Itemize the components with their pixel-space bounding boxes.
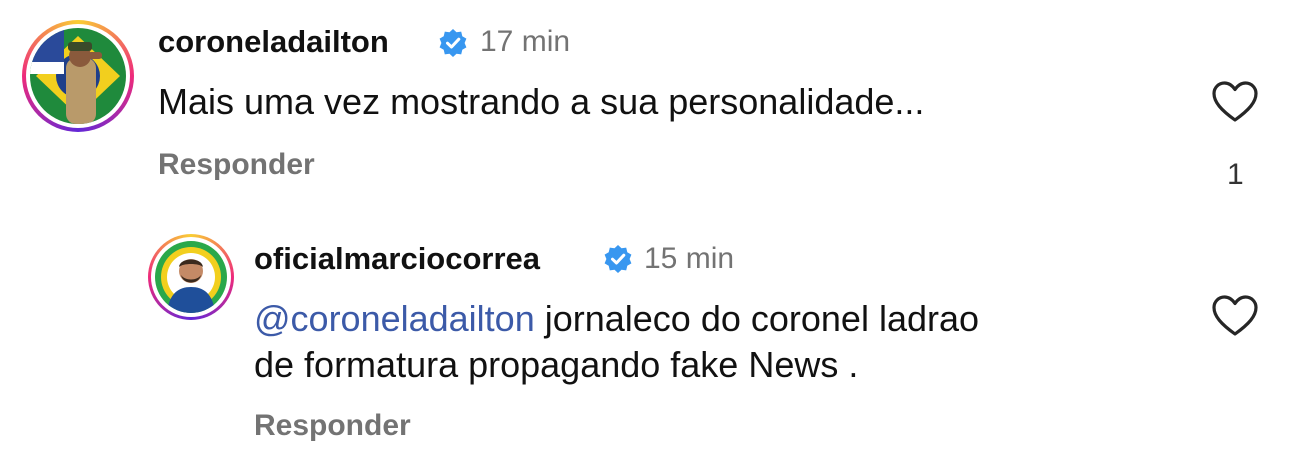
comment-timestamp: 17 min [480,25,571,58]
heart-icon[interactable] [1211,294,1259,338]
verified-badge-icon [604,245,632,273]
comment-text: @coroneladailton jornaleco do coronel la… [254,297,979,340]
mention-link[interactable]: @coroneladailton [254,298,535,339]
avatar-image [155,241,227,313]
heart-icon[interactable] [1211,80,1259,124]
comment-text-line: de formatura propagando fake News . [254,344,859,385]
comment-text: Mais uma vez mostrando a sua personalida… [158,81,925,122]
comment-text-line: jornaleco do coronel ladrao [534,298,980,339]
avatar[interactable] [148,234,234,320]
like-count: 1 [1227,158,1244,191]
reply-button[interactable]: Responder [254,409,411,443]
comment-username[interactable]: oficialmarciocorrea [254,241,540,277]
avatar[interactable] [22,20,134,132]
comment-username[interactable]: coroneladailton [158,24,389,60]
reply-button[interactable]: Responder [158,148,315,182]
verified-badge-icon [439,29,467,57]
avatar-image [30,28,126,124]
comment-timestamp: 15 min [644,242,735,275]
